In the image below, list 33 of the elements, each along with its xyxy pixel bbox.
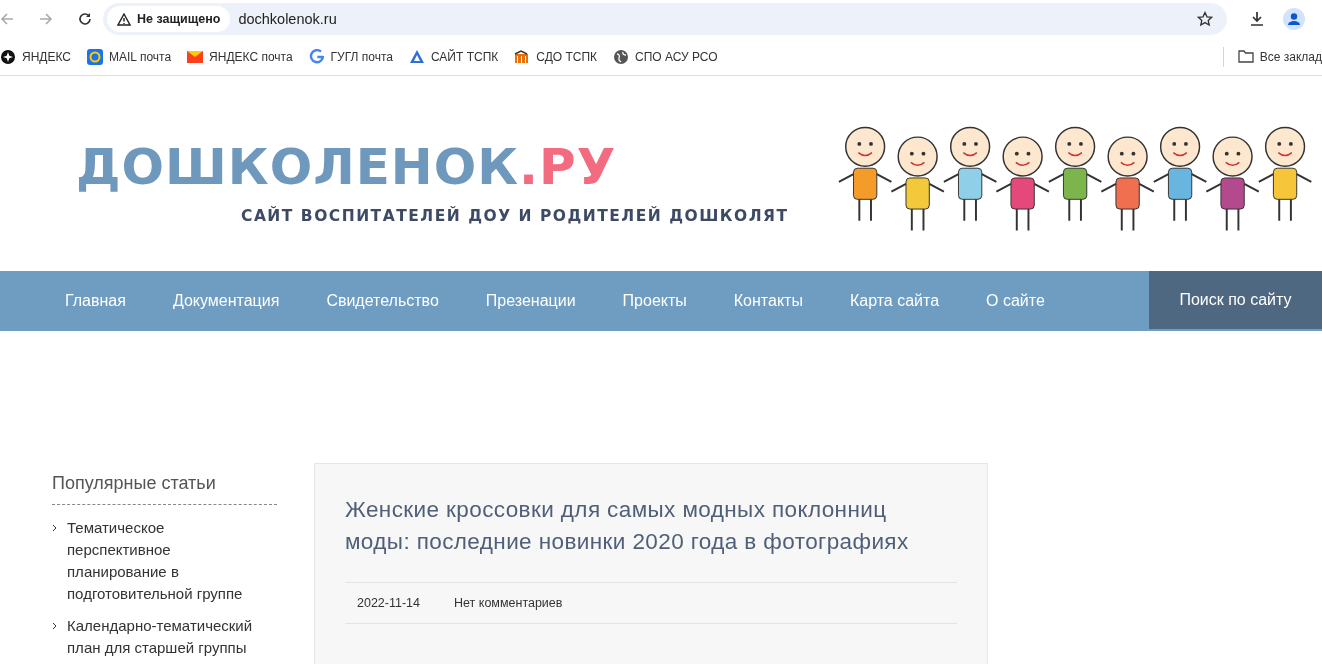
reload-icon[interactable] [78, 12, 92, 26]
bookmark-star-icon[interactable] [1197, 11, 1213, 27]
address-bar[interactable]: Не защищено dochkolenok.ru [103, 3, 1227, 35]
warning-icon [117, 12, 131, 26]
security-chip[interactable]: Не защищено [107, 6, 231, 32]
bookmark-link[interactable]: ЯНДЕКС [0, 48, 71, 65]
site-tagline: САЙТ ВОСПИТАТЕЛЕЙ ДОУ И РОДИТЕЛЕЙ ДОШКОЛЯТ [241, 205, 789, 226]
bookmark-link[interactable]: ЯНДЕКС почта [187, 48, 293, 65]
url-text: dochkolenok.ru [238, 11, 338, 27]
g-letter-icon [308, 48, 325, 65]
profile-icon[interactable] [1283, 8, 1305, 30]
bookmark-link[interactable]: MAIL почта [87, 48, 172, 65]
article-link[interactable]: Тематическое перспективное планирование в подготовительной группе [67, 517, 272, 605]
bookmark-link[interactable]: ГУГЛ почта [308, 48, 393, 65]
star-logo-icon [0, 48, 16, 65]
sidebar-title: Популярные статьи [52, 473, 277, 505]
comments-count[interactable]: Нет комментариев [454, 596, 563, 610]
article-date: 2022-11-14 [357, 596, 420, 610]
all-bookmarks-folder[interactable]: Все заклад [1237, 49, 1322, 64]
triangle-logo-icon [408, 48, 425, 65]
chevron-icon [52, 622, 58, 630]
envelope-icon [187, 48, 204, 65]
globe-icon [613, 48, 630, 65]
bookmark-link[interactable]: СДО ТСПК [514, 48, 598, 65]
article-link[interactable]: Календарно-тематический план для старшей группы [67, 615, 272, 659]
site-search-button[interactable]: Поиск по сайту [1149, 271, 1322, 329]
security-label: Не защищено [137, 12, 221, 26]
chevron-icon [52, 524, 58, 532]
bookmark-link[interactable]: САЙТ ТСПК [408, 48, 499, 65]
bookmark-link[interactable]: СПО АСУ РСО [613, 48, 718, 65]
article-title[interactable]: Женские кроссовки для самых модных поклонниц моды: последние новинки 2020 года в фотографиях [345, 494, 957, 558]
folder-icon [1237, 50, 1254, 63]
download-icon[interactable] [1249, 11, 1265, 27]
